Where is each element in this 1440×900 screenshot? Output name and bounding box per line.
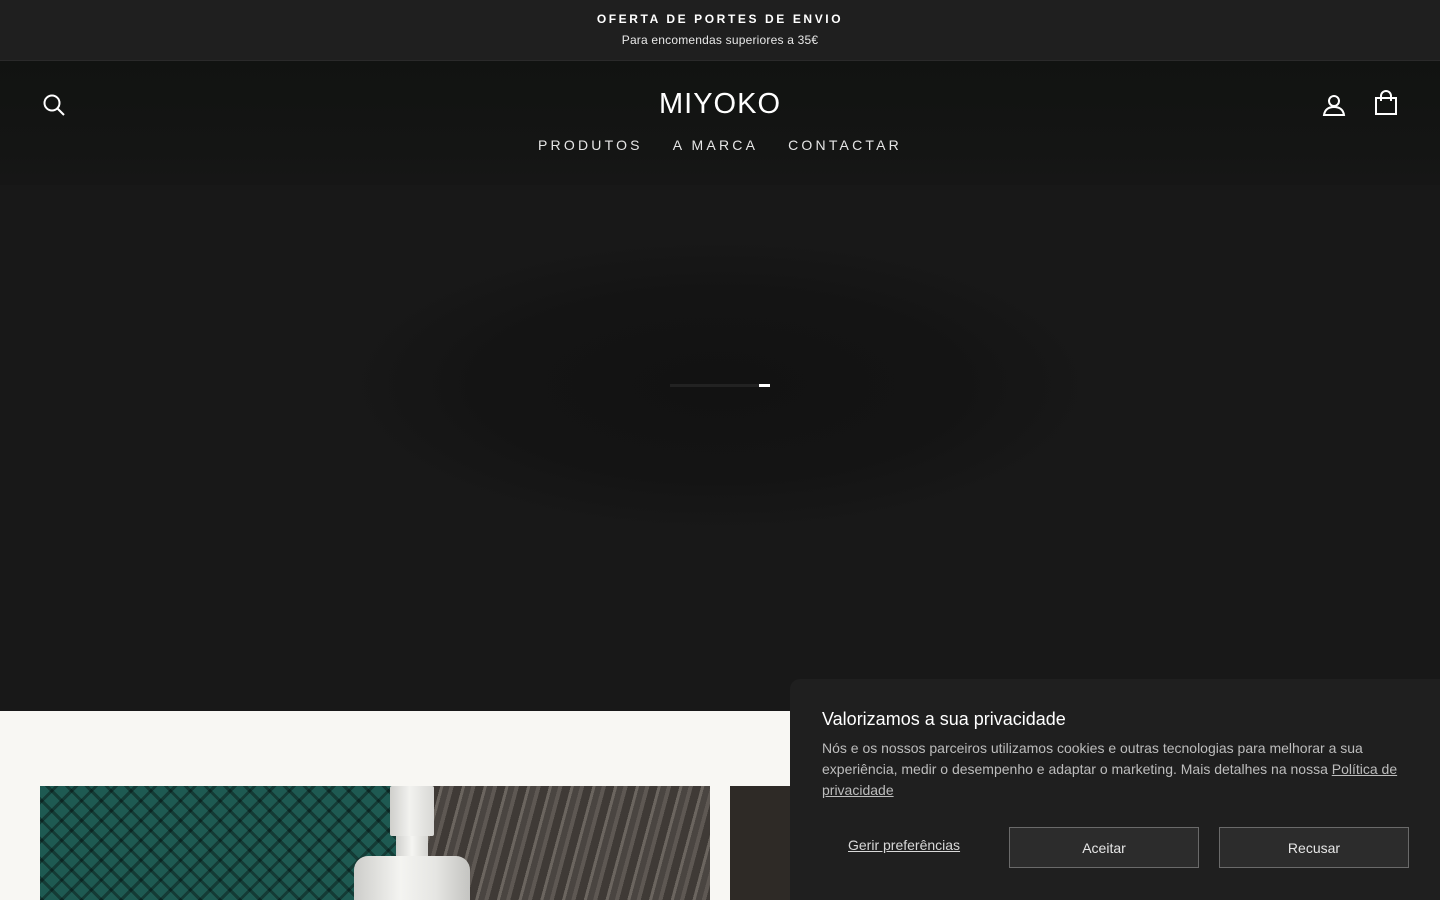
main-navigation: PRODUTOS A MARCA CONTACTAR: [0, 137, 1440, 153]
announcement-title: OFERTA DE PORTES DE ENVIO: [596, 12, 844, 26]
shopping-bag-icon: [1375, 90, 1397, 115]
brand-logo[interactable]: MIYOKO: [620, 88, 820, 121]
featured-product-card[interactable]: [40, 786, 710, 900]
cookie-consent-banner: Valorizamos a sua privacidade Nós e os n…: [790, 679, 1440, 900]
cookie-banner-title: Valorizamos a sua privacidade: [822, 709, 1066, 729]
announcement-bar: OFERTA DE PORTES DE ENVIO Para encomenda…: [0, 0, 1440, 61]
search-icon: [43, 94, 65, 116]
pump-bottle-image: [352, 786, 472, 900]
user-icon: [1322, 95, 1346, 116]
cookie-banner-body: Nós e os nossos parceiros utilizamos coo…: [822, 740, 1363, 777]
accept-cookies-button[interactable]: Aceitar: [1009, 827, 1199, 868]
site-header: MIYOKO PRODUTOS A MARCA CONTACTAR: [0, 61, 1440, 185]
account-button[interactable]: [1318, 89, 1350, 121]
search-button[interactable]: [38, 89, 70, 121]
manage-preferences-link[interactable]: Gerir preferências: [848, 837, 960, 853]
nav-item-a-marca[interactable]: A MARCA: [673, 137, 758, 153]
loading-bar-fill: [759, 384, 770, 387]
cart-button[interactable]: [1370, 87, 1402, 119]
cookie-banner-text: Nós e os nossos parceiros utilizamos coo…: [822, 738, 1412, 801]
decline-cookies-button[interactable]: Recusar: [1219, 827, 1409, 868]
nav-item-produtos[interactable]: PRODUTOS: [538, 137, 643, 153]
nav-item-contactar[interactable]: CONTACTAR: [788, 137, 902, 153]
announcement-subtitle: Para encomendas superiores a 35€: [621, 33, 819, 47]
hero-slideshow: [0, 185, 1440, 711]
loading-bar: [670, 384, 770, 387]
